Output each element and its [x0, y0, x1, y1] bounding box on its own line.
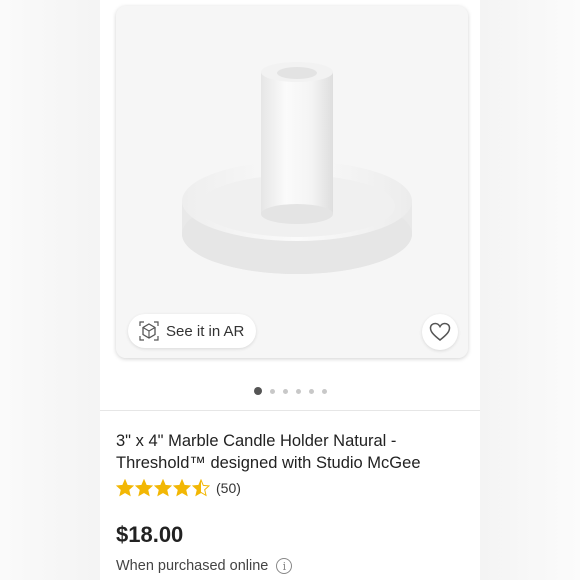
heart-icon [429, 322, 451, 341]
product-title: 3" x 4" Marble Candle Holder Natural - T… [116, 432, 421, 472]
see-in-ar-label: See it in AR [166, 322, 245, 340]
page-dot-3[interactable] [282, 388, 288, 394]
page-dot-1[interactable] [253, 387, 262, 395]
background-left [0, 0, 100, 580]
ar-cube-icon [139, 321, 159, 341]
rating-row[interactable]: (50) [116, 479, 241, 497]
product-screen: See it in AR 3" x 4" Marble Candle Holde… [100, 0, 480, 580]
background-right [480, 0, 580, 580]
see-in-ar-button[interactable]: See it in AR [128, 314, 257, 348]
product-image[interactable] [116, 6, 468, 358]
product-image-card[interactable]: See it in AR [116, 6, 468, 358]
purchase-note: When purchased online i [116, 558, 293, 574]
price: $18.00 [116, 522, 184, 547]
divider [100, 410, 480, 411]
review-count[interactable]: (50) [216, 480, 241, 496]
page-dot-2[interactable] [269, 388, 275, 394]
star-icon [154, 479, 172, 497]
star-icon [135, 479, 153, 497]
star-icon [173, 479, 191, 497]
purchase-note-text: When purchased online [116, 558, 269, 574]
image-pagination[interactable] [100, 387, 480, 395]
page-dot-4[interactable] [295, 388, 301, 394]
info-icon[interactable]: i [276, 558, 293, 574]
star-rating [116, 479, 210, 497]
favorite-button[interactable] [422, 314, 458, 350]
star-icon [192, 479, 210, 497]
page-dot-5[interactable] [308, 388, 314, 394]
star-icon [116, 479, 134, 497]
page-dot-6[interactable] [321, 388, 327, 394]
